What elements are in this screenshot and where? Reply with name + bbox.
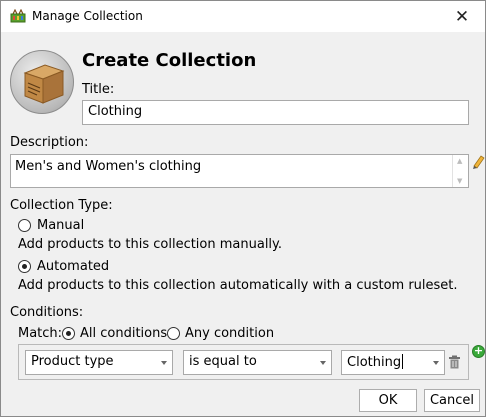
close-button[interactable]: ✕ xyxy=(439,1,485,32)
delete-rule-trash-icon[interactable] xyxy=(448,355,461,369)
pencil-edit-icon[interactable] xyxy=(471,154,485,170)
all-conditions-label[interactable]: All conditions xyxy=(80,326,167,341)
scroll-up-icon: ▲ xyxy=(457,157,463,165)
rule-operator-select[interactable]: is equal to xyxy=(183,350,332,375)
rule-value-text: Clothing xyxy=(347,355,402,370)
chevron-down-icon xyxy=(433,361,439,365)
any-condition-label[interactable]: Any condition xyxy=(185,326,274,341)
automated-radio[interactable] xyxy=(18,260,31,273)
chevron-down-icon xyxy=(320,361,326,365)
description-field[interactable]: Men's and Women's clothing ▲ ▼ xyxy=(10,154,469,188)
manual-description: Add products to this collection manually… xyxy=(18,237,283,252)
description-scrollbar[interactable]: ▲ ▼ xyxy=(452,155,468,187)
window-title: Manage Collection xyxy=(32,9,143,23)
cancel-button[interactable]: Cancel xyxy=(424,389,480,412)
title-field[interactable]: Clothing xyxy=(82,100,469,125)
close-icon: ✕ xyxy=(454,6,470,27)
manage-collection-dialog: Manage Collection ✕ Create Collection Ti… xyxy=(0,0,486,417)
rule-operator-value: is equal to xyxy=(189,354,257,369)
any-condition-radio[interactable] xyxy=(167,327,180,340)
automated-radio-label[interactable]: Automated xyxy=(37,259,109,274)
title-bar: Manage Collection ✕ xyxy=(1,1,485,32)
ok-button[interactable]: OK xyxy=(359,389,417,412)
rule-field-select[interactable]: Product type xyxy=(25,350,173,375)
manual-radio-label[interactable]: Manual xyxy=(37,218,84,233)
collection-basket-icon xyxy=(10,8,26,23)
chevron-down-icon xyxy=(161,361,167,365)
rule-value-combobox[interactable]: Clothing xyxy=(341,350,445,375)
text-cursor xyxy=(402,354,404,369)
match-label: Match: xyxy=(18,326,63,341)
title-label: Title: xyxy=(82,82,115,97)
rule-field-value: Product type xyxy=(31,354,114,369)
add-rule-plus-icon[interactable]: + xyxy=(472,345,485,358)
description-label: Description: xyxy=(10,135,89,150)
page-heading: Create Collection xyxy=(82,50,257,71)
conditions-label: Conditions: xyxy=(10,305,84,320)
cardboard-box-image xyxy=(10,50,74,114)
title-value: Clothing xyxy=(88,104,143,119)
automated-description: Add products to this collection automati… xyxy=(18,278,458,293)
all-conditions-radio[interactable] xyxy=(62,327,75,340)
manual-radio[interactable] xyxy=(18,219,31,232)
scroll-down-icon: ▼ xyxy=(457,177,463,185)
description-value: Men's and Women's clothing xyxy=(15,159,202,174)
collection-type-label: Collection Type: xyxy=(10,198,113,213)
